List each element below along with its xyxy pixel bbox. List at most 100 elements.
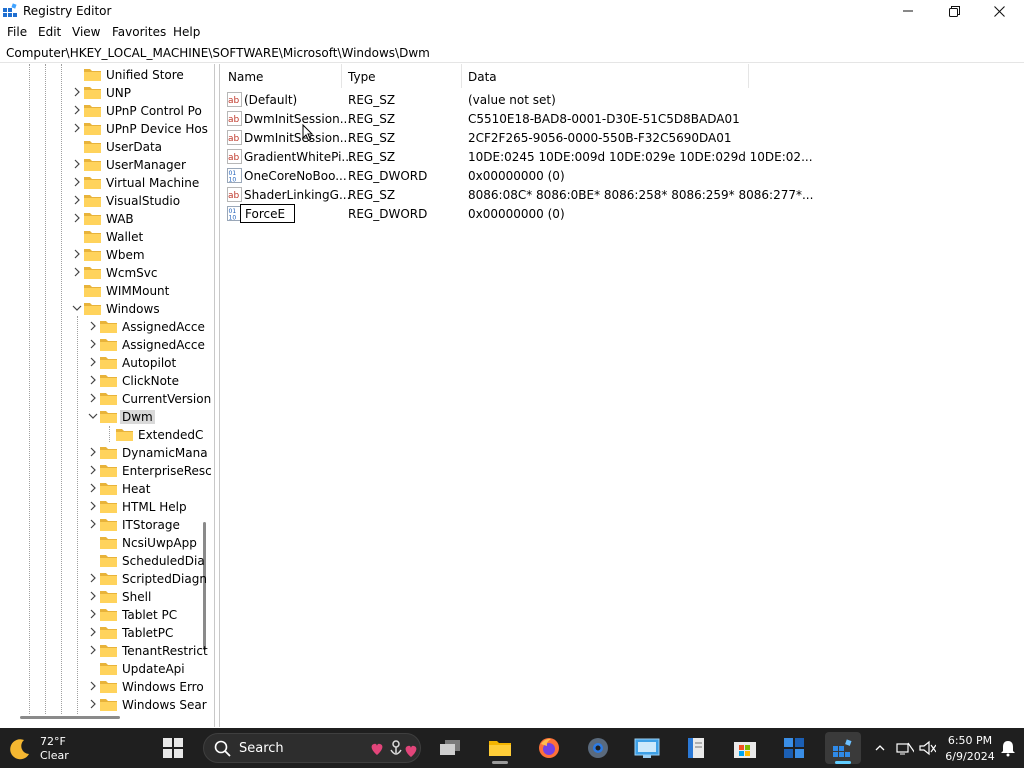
column-header-data[interactable]: Data	[460, 64, 749, 88]
chevron-right-icon[interactable]	[72, 247, 82, 261]
tree-item[interactable]: Dwm	[0, 408, 200, 426]
tree-item[interactable]: UpdateApi	[0, 660, 200, 678]
tree-item[interactable]: ScheduledDia	[0, 552, 205, 570]
tree-item[interactable]: AssignedAcce	[0, 318, 205, 336]
chevron-right-icon[interactable]	[88, 463, 98, 477]
menu-help[interactable]: Help	[173, 25, 200, 39]
chevron-right-icon[interactable]	[72, 85, 82, 99]
tree-item[interactable]: Windows Erro	[0, 678, 204, 696]
rename-input[interactable]: ForceE	[240, 204, 295, 223]
notification-bell-icon[interactable]	[1000, 739, 1018, 757]
registry-editor-taskbar-button[interactable]	[825, 732, 861, 764]
chevron-right-icon[interactable]	[88, 517, 98, 531]
tree-item[interactable]: WIMMount	[0, 282, 200, 300]
values-list-pane[interactable]: Name Type Data ab (Default) REG_SZ (value n…	[219, 64, 1024, 727]
tree-item[interactable]: Virtual Machine	[0, 174, 200, 192]
notepad-button[interactable]	[678, 732, 714, 764]
tree-item[interactable]: ITStorage	[0, 516, 200, 534]
tree-vertical-scrollbar[interactable]	[203, 522, 206, 650]
chevron-right-icon[interactable]	[88, 337, 98, 351]
tree-item[interactable]: Windows Sear	[0, 696, 207, 714]
chevron-right-icon[interactable]	[88, 373, 98, 387]
maximize-button[interactable]	[931, 0, 977, 22]
minimize-button[interactable]	[885, 0, 931, 22]
taskbar-clock[interactable]: 6:50 PM 6/9/2024	[940, 733, 1000, 765]
tree-item[interactable]: HTML Help	[0, 498, 200, 516]
chevron-right-icon[interactable]	[88, 643, 98, 657]
menu-view[interactable]: View	[72, 25, 100, 39]
close-button[interactable]	[976, 0, 1022, 22]
chevron-right-icon[interactable]	[72, 211, 82, 225]
settings-button[interactable]	[580, 732, 616, 764]
tree-item[interactable]: UserManager	[0, 156, 200, 174]
tree-item[interactable]: UserData	[0, 138, 200, 156]
menu-file[interactable]: File	[7, 25, 27, 39]
value-row[interactable]: ab DwmInitSession... REG_SZ C5510E18-BAD8-0…	[220, 109, 760, 128]
value-row[interactable]: 01 10 OneCoreNoBoo... REG_DWORD 0x00000000 (…	[220, 166, 760, 185]
chevron-right-icon[interactable]	[72, 175, 82, 189]
tree-item[interactable]: EnterpriseResc	[0, 462, 212, 480]
tree-item[interactable]: TabletPC	[0, 624, 200, 642]
tree-item[interactable]: Wallet	[0, 228, 200, 246]
chevron-right-icon[interactable]	[88, 319, 98, 333]
file-explorer-button[interactable]	[482, 732, 518, 764]
tree-item[interactable]: CurrentVersion	[0, 390, 211, 408]
address-path[interactable]: Computer\HKEY_LOCAL_MACHINE\SOFTWARE\Mic…	[6, 46, 430, 60]
key-tree-pane[interactable]: Unified Store UNP UPnP Control Po UPnP Devi…	[0, 64, 215, 727]
tree-item[interactable]: Heat	[0, 480, 200, 498]
value-row[interactable]: ab GradientWhitePi... REG_SZ 10DE:0245 10DE…	[220, 147, 813, 166]
chevron-right-icon[interactable]	[88, 571, 98, 585]
chevron-right-icon[interactable]	[88, 697, 98, 711]
control-panel-button[interactable]	[629, 732, 665, 764]
tree-item[interactable]: UPnP Device Hos	[0, 120, 208, 138]
tree-item[interactable]: WcmSvc	[0, 264, 200, 282]
start-menu-app-button[interactable]	[776, 732, 812, 764]
value-row[interactable]: ab ShaderLinkingG... REG_SZ 8086:08C* 8086:…	[220, 185, 813, 204]
column-header-type[interactable]: Type	[340, 64, 462, 88]
tree-item[interactable]: VisualStudio	[0, 192, 200, 210]
tree-item[interactable]: Windows	[0, 300, 200, 318]
chevron-right-icon[interactable]	[88, 625, 98, 639]
weather-widget[interactable]: 72°F Clear	[8, 734, 88, 762]
chevron-right-icon[interactable]	[88, 355, 98, 369]
column-header-name[interactable]: Name	[220, 64, 342, 88]
taskbar-search-box[interactable]: Search	[203, 733, 421, 763]
tree-item[interactable]: Autopilot	[0, 354, 200, 372]
chevron-right-icon[interactable]	[88, 445, 98, 459]
tree-item[interactable]: Shell	[0, 588, 200, 606]
tree-item[interactable]: Wbem	[0, 246, 200, 264]
tree-item[interactable]: ScriptedDiagn	[0, 570, 207, 588]
chevron-right-icon[interactable]	[72, 157, 82, 171]
value-row[interactable]: 01 10 ForceE REG_DWORD 0x00000000 (0)	[220, 204, 760, 223]
tree-item[interactable]: ExtendedC	[0, 426, 203, 444]
chevron-down-icon[interactable]	[72, 301, 82, 315]
chevron-right-icon[interactable]	[72, 121, 82, 135]
tree-item[interactable]: AssignedAcce	[0, 336, 205, 354]
start-button[interactable]	[155, 732, 191, 764]
chevron-up-icon[interactable]	[873, 739, 891, 757]
chevron-down-icon[interactable]	[88, 409, 98, 423]
chevron-right-icon[interactable]	[88, 481, 98, 495]
tree-item[interactable]: TenantRestrict	[0, 642, 208, 660]
chevron-right-icon[interactable]	[88, 589, 98, 603]
tree-item[interactable]: ClickNote	[0, 372, 200, 390]
network-icon[interactable]	[896, 739, 914, 757]
chevron-right-icon[interactable]	[88, 607, 98, 621]
store-button[interactable]	[727, 732, 763, 764]
firefox-button[interactable]	[531, 732, 567, 764]
tree-item[interactable]: UNP	[0, 84, 200, 102]
task-view-button[interactable]	[432, 732, 468, 764]
chevron-right-icon[interactable]	[72, 265, 82, 279]
volume-icon[interactable]	[918, 739, 936, 757]
tree-item[interactable]: Tablet PC	[0, 606, 200, 624]
tree-item[interactable]: WAB	[0, 210, 200, 228]
chevron-right-icon[interactable]	[72, 193, 82, 207]
chevron-right-icon[interactable]	[72, 103, 82, 117]
value-row[interactable]: ab (Default) REG_SZ (value not set)	[220, 90, 760, 109]
chevron-right-icon[interactable]	[88, 391, 98, 405]
tree-item[interactable]: DynamicMana	[0, 444, 208, 462]
menu-favorites[interactable]: Favorites	[112, 25, 166, 39]
tree-item[interactable]: UPnP Control Po	[0, 102, 202, 120]
chevron-right-icon[interactable]	[88, 499, 98, 513]
menu-edit[interactable]: Edit	[38, 25, 61, 39]
